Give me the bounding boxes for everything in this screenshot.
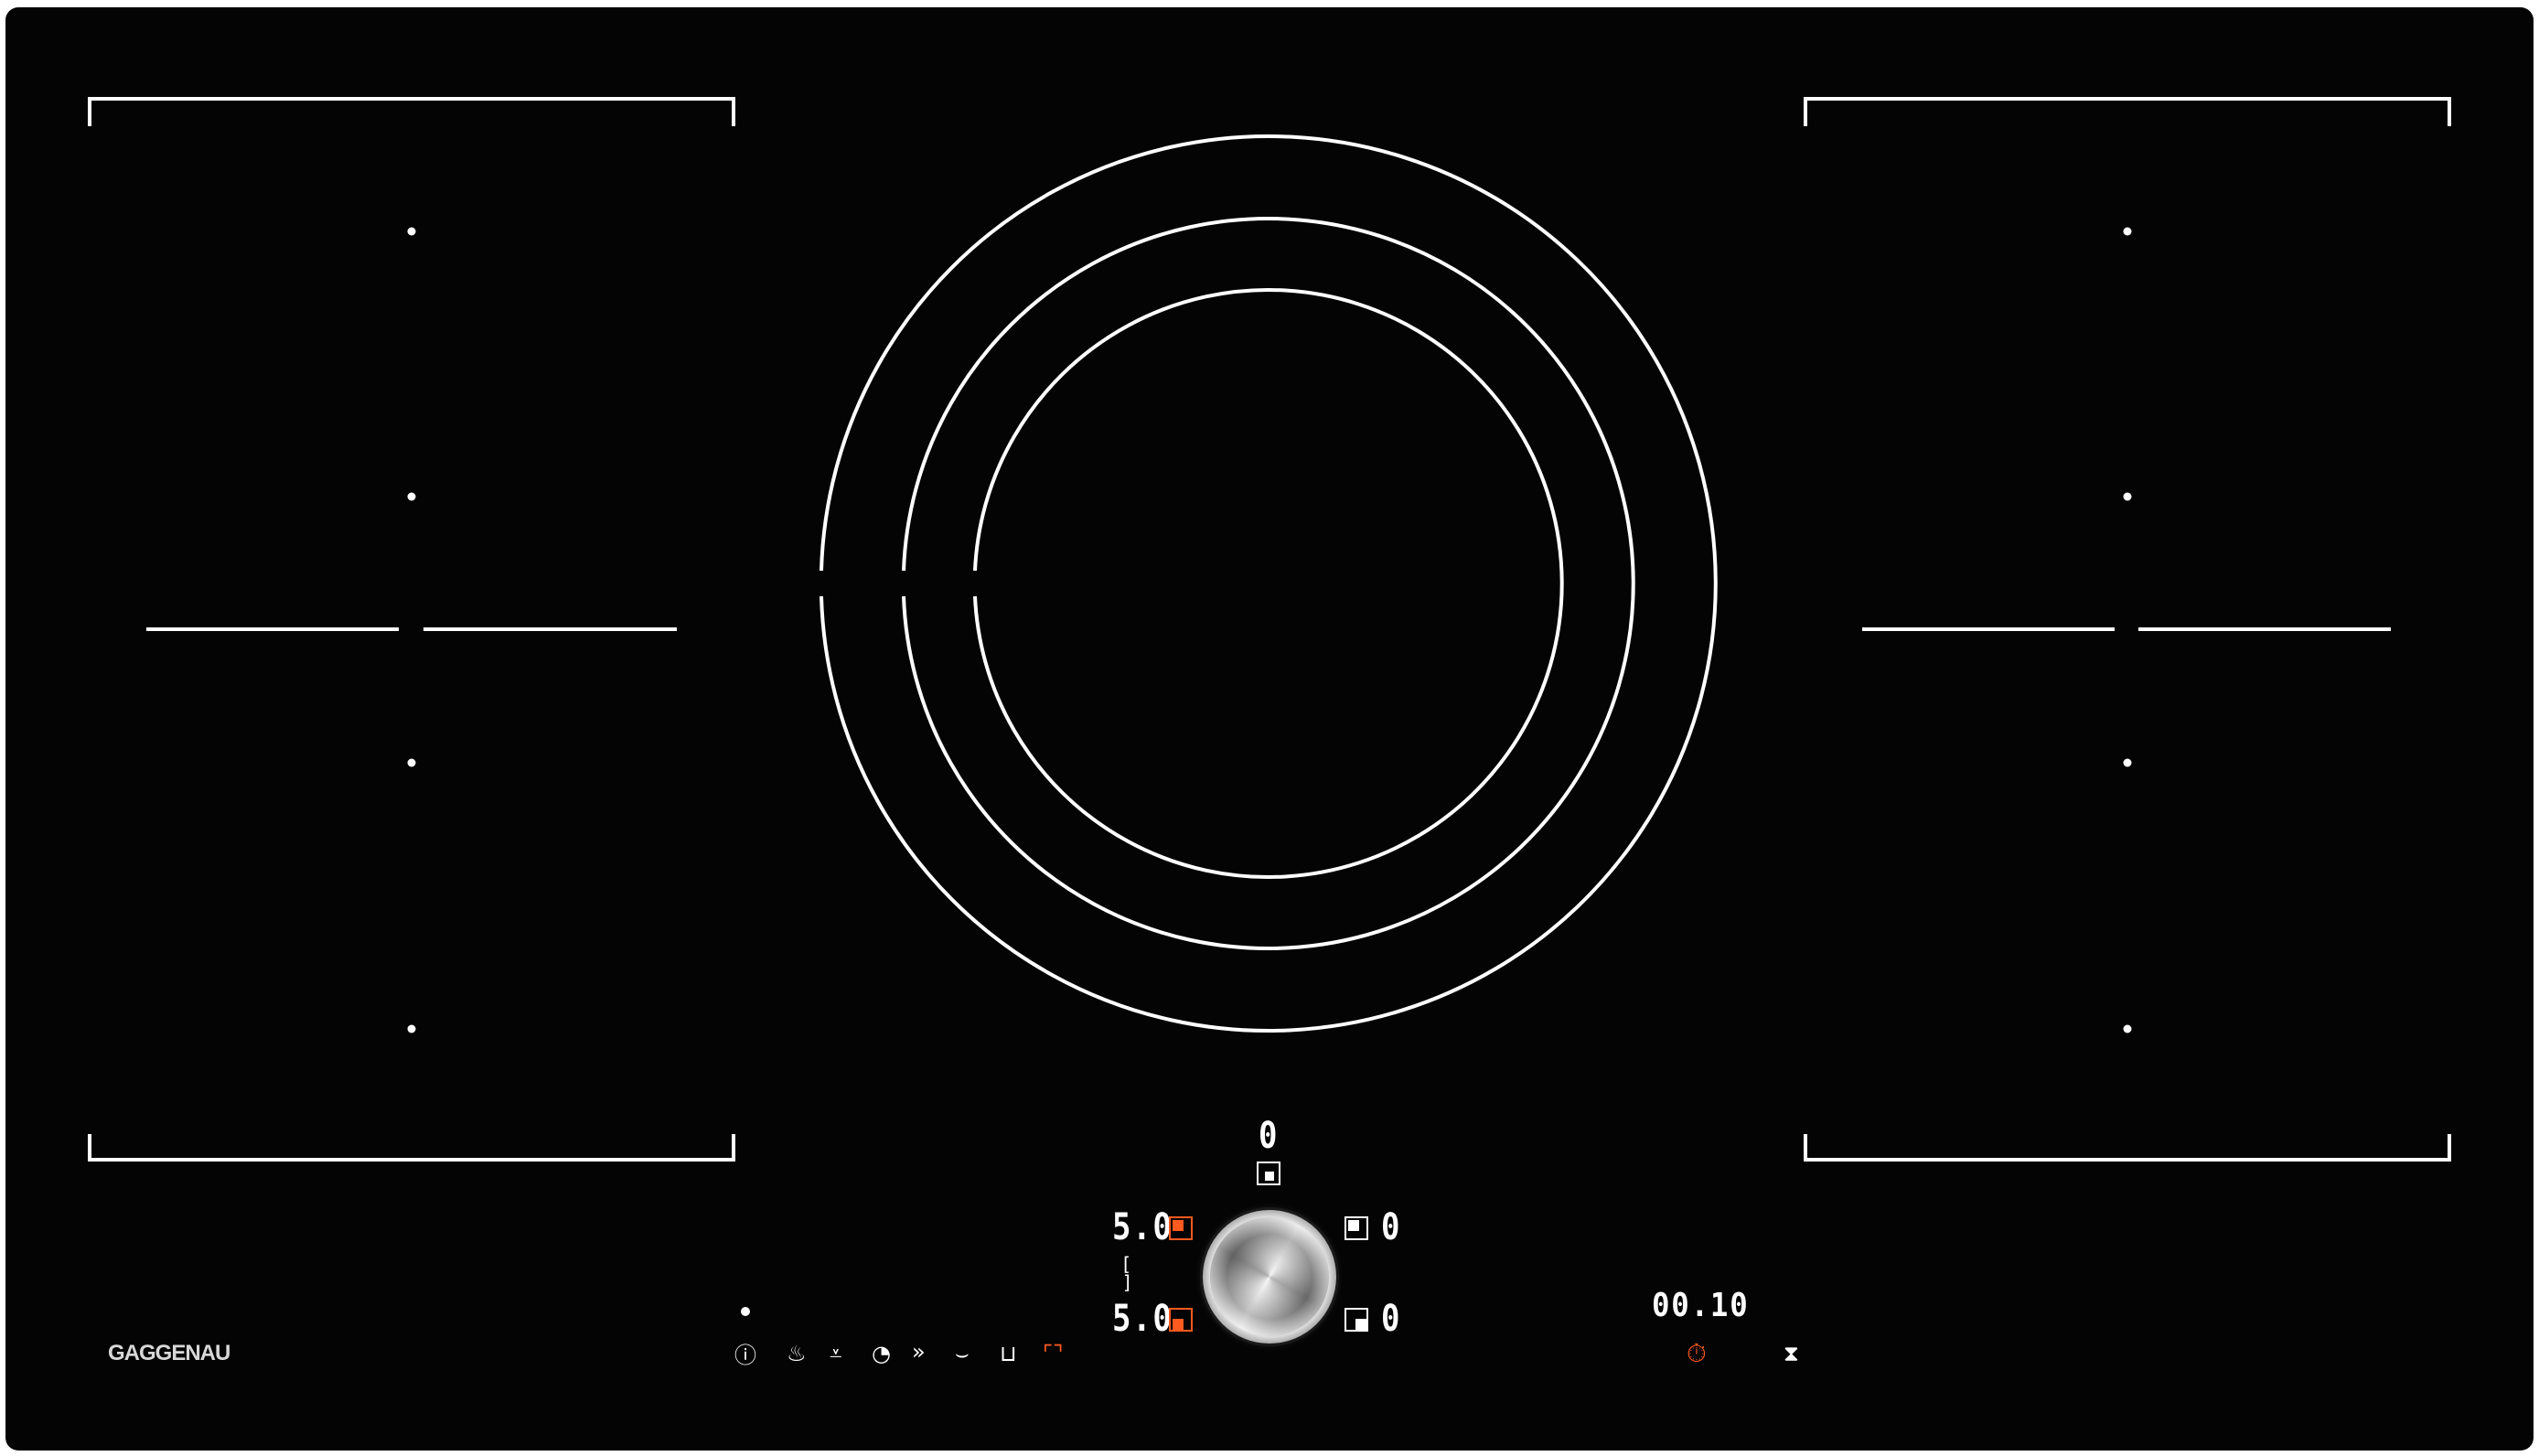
info-icon[interactable]: ⓘ [734, 1344, 756, 1366]
zone-bottom-right-selector-icon[interactable] [1344, 1308, 1368, 1332]
stopwatch-icon[interactable]: ⏱ [1687, 1341, 1707, 1366]
zone-bottom-left-selector-icon[interactable] [1169, 1308, 1193, 1332]
keep-warm-icon[interactable]: ◔ [872, 1343, 891, 1365]
boost-icon[interactable]: » [912, 1341, 926, 1363]
left-zone-top-bracket [88, 97, 735, 126]
zone-top-right-selector-icon[interactable] [1344, 1216, 1368, 1240]
pot-steam-icon[interactable]: ♨ [787, 1343, 807, 1365]
zone-top-right-level[interactable]: 0 [1381, 1209, 1401, 1246]
function-indicator-dot [741, 1307, 750, 1316]
control-knob[interactable] [1203, 1210, 1336, 1344]
right-zone-marker [2123, 227, 2132, 236]
zone-top-level[interactable]: 0 [1259, 1118, 1279, 1154]
right-zone-marker [2123, 758, 2132, 767]
zone-top-left-selector-icon[interactable] [1169, 1216, 1193, 1240]
right-zone-top-bracket [1804, 97, 2451, 126]
hourglass-icon[interactable]: ⧗ [1784, 1343, 1799, 1365]
left-zone-bottom-bracket [88, 1134, 735, 1162]
pan-frying-sensor-icon[interactable]: ⌣ [955, 1343, 970, 1365]
flex-zone-icon[interactable]: ⌜⌝ [1043, 1343, 1064, 1365]
center-ring-outer [820, 134, 1718, 1033]
zone-link-bracket-icon[interactable]: [] [1123, 1255, 1130, 1291]
center-ring-inner [973, 288, 1564, 879]
frying-pan-icon[interactable]: ⩡ [830, 1343, 842, 1365]
right-zone-marker [2123, 492, 2132, 501]
center-ring-middle [902, 217, 1635, 950]
zone-bottom-left-level[interactable]: 5.0 [1112, 1301, 1173, 1337]
left-zone-marker [407, 227, 416, 236]
zone-top-selector-icon[interactable] [1257, 1162, 1280, 1185]
timer-display: 00.10 [1652, 1287, 1750, 1324]
zone-top-left-level[interactable]: 5.0 [1112, 1209, 1173, 1246]
right-zone-marker [2123, 1024, 2132, 1033]
right-zone-bottom-bracket [1804, 1134, 2451, 1162]
brand-logo: GAGGENAU [108, 1341, 230, 1365]
left-zone-marker [407, 492, 416, 501]
left-zone-marker [407, 1024, 416, 1033]
left-zone-marker [407, 758, 416, 767]
cooking-sensor-icon[interactable]: ⊔ [1000, 1343, 1017, 1365]
zone-bottom-right-level[interactable]: 0 [1381, 1301, 1401, 1337]
